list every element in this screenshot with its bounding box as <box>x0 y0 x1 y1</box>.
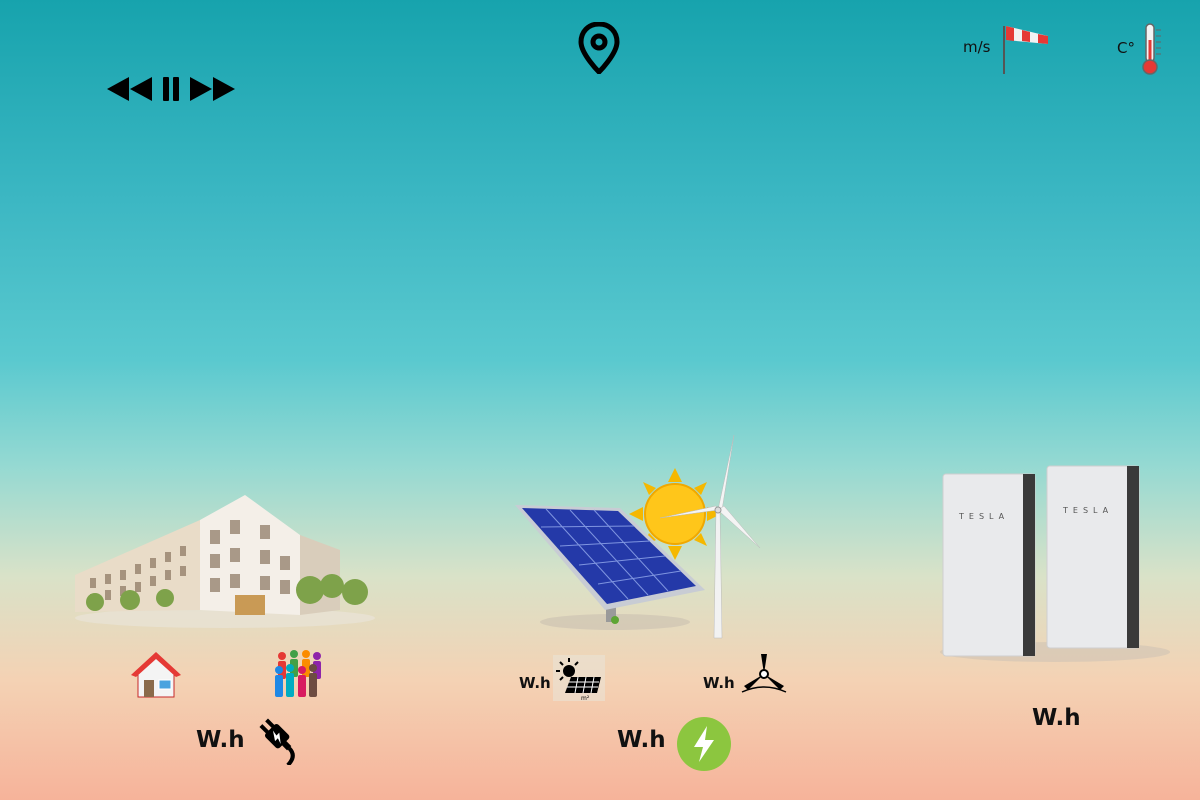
lightning-icon <box>677 717 731 771</box>
map-pin-icon <box>578 21 620 76</box>
plug-icon <box>259 718 295 765</box>
media-controls <box>105 74 240 104</box>
solar-wind-generation-image <box>515 434 761 639</box>
fast-forward-button[interactable] <box>187 75 237 103</box>
apartment-building-image <box>75 495 375 628</box>
solar-panel-icon: m² <box>553 655 605 701</box>
battery-storage-image: TESLA TESLA <box>940 465 1170 662</box>
house-icon <box>131 652 181 698</box>
temperature-indicator: C° <box>1115 22 1175 76</box>
location-button[interactable] <box>578 21 620 76</box>
fast-forward-icon <box>190 77 235 101</box>
wind-turbine-icon <box>741 654 787 693</box>
pause-button[interactable] <box>159 75 183 103</box>
people-icon <box>275 650 321 697</box>
solar-area-unit: m² <box>581 695 590 701</box>
rewind-button[interactable] <box>105 75 155 103</box>
powerwall-left: TESLA <box>942 473 1036 657</box>
wind-speed-indicator: m/s <box>960 22 1060 76</box>
temperature-unit: C° <box>1117 39 1135 57</box>
pause-icon <box>163 77 179 101</box>
thermometer-icon <box>1142 23 1161 75</box>
windsock-icon <box>1003 26 1048 74</box>
storage-energy-label: W.h <box>1032 705 1081 731</box>
wind-energy-label: W.h <box>703 674 735 692</box>
solar-energy-label: W.h <box>519 674 551 692</box>
wind-unit: m/s <box>963 38 991 56</box>
powerwall-right: TESLA <box>1046 465 1140 649</box>
powerwall-left-brand: TESLA <box>958 512 1009 521</box>
consumption-energy-label: W.h <box>196 727 245 753</box>
powerwall-right-brand: TESLA <box>1062 506 1113 515</box>
rewind-icon <box>107 77 152 101</box>
production-energy-label: W.h <box>617 727 666 753</box>
